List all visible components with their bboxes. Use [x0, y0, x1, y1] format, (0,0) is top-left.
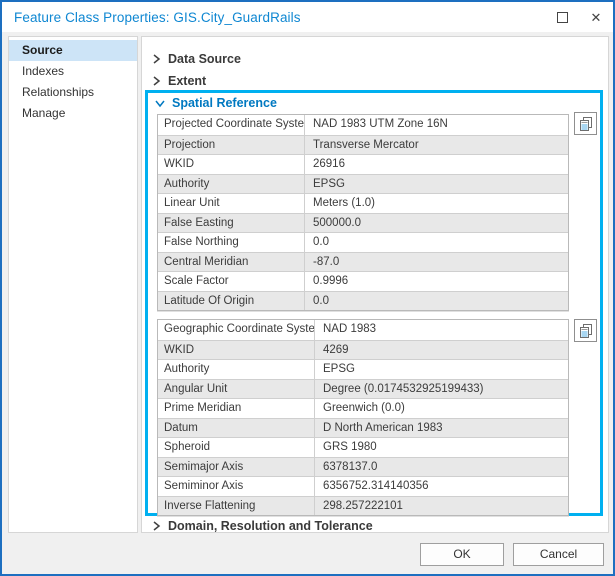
property-label: Latitude Of Origin: [158, 292, 305, 311]
table-row: SpheroidGRS 1980: [158, 437, 568, 457]
property-label: Linear Unit: [158, 194, 305, 213]
property-label: Angular Unit: [158, 380, 315, 399]
property-value: Degree (0.0174532925199433): [315, 380, 568, 399]
property-value: 298.257222101: [315, 497, 568, 516]
table-row: DatumD North American 1983: [158, 418, 568, 438]
close-button[interactable]: ✕: [579, 3, 613, 31]
section-domain-resolution-tolerance[interactable]: Domain, Resolution and Tolerance: [142, 515, 608, 537]
property-label: False Easting: [158, 214, 305, 233]
section-data-source[interactable]: Data Source: [142, 48, 608, 70]
table-row: AuthorityEPSG: [158, 174, 568, 194]
property-value: 0.0: [305, 233, 568, 252]
table-row: WKID26916: [158, 154, 568, 174]
property-value: 0.9996: [305, 272, 568, 291]
sidebar-item-manage[interactable]: Manage: [9, 103, 137, 124]
property-label: Authority: [158, 175, 305, 194]
property-label: Semiminor Axis: [158, 477, 315, 496]
maximize-icon: [557, 12, 568, 23]
chevron-right-icon: [152, 76, 161, 86]
property-label: Projected Coordinate System: [158, 115, 305, 135]
property-value: Transverse Mercator: [305, 136, 568, 155]
property-value: 4269: [315, 341, 568, 360]
property-value: 26916: [305, 155, 568, 174]
property-value: NAD 1983: [315, 320, 568, 340]
table-row: Inverse Flattening298.257222101: [158, 496, 568, 516]
sidebar-item-source[interactable]: Source: [9, 40, 137, 61]
property-value: 6378137.0: [315, 458, 568, 477]
close-icon: ✕: [591, 11, 602, 24]
window-title: Feature Class Properties: GIS.City_Guard…: [14, 10, 301, 25]
table-row: Geographic Coordinate SystemNAD 1983: [158, 320, 568, 340]
property-label: Central Meridian: [158, 253, 305, 272]
table-row: ProjectionTransverse Mercator: [158, 135, 568, 155]
cancel-button[interactable]: Cancel: [513, 543, 604, 566]
table-row: WKID4269: [158, 340, 568, 360]
sidebar-item-relationships[interactable]: Relationships: [9, 82, 137, 103]
table-row: False Northing0.0: [158, 232, 568, 252]
sidebar: Source Indexes Relationships Manage: [8, 36, 138, 533]
section-label: Domain, Resolution and Tolerance: [168, 519, 373, 533]
copy-icon: [577, 322, 595, 340]
chevron-right-icon: [152, 521, 161, 531]
feature-class-properties-dialog: Feature Class Properties: GIS.City_Guard…: [0, 0, 615, 576]
main-panel: Data Source Extent Spatial Reference Pro…: [141, 36, 609, 533]
table-row: False Easting500000.0: [158, 213, 568, 233]
property-value: EPSG: [315, 360, 568, 379]
table-row: AuthorityEPSG: [158, 359, 568, 379]
property-value: D North American 1983: [315, 419, 568, 438]
ok-button[interactable]: OK: [420, 543, 504, 566]
table-row: Angular UnitDegree (0.0174532925199433): [158, 379, 568, 399]
chevron-right-icon: [152, 54, 161, 64]
property-label: WKID: [158, 341, 315, 360]
copy-icon: [577, 115, 595, 133]
property-value: -87.0: [305, 253, 568, 272]
chevron-down-icon: [155, 99, 165, 108]
table-row: Latitude Of Origin0.0: [158, 291, 568, 311]
table-row: Central Meridian-87.0: [158, 252, 568, 272]
property-value: EPSG: [305, 175, 568, 194]
table-row: Linear UnitMeters (1.0): [158, 193, 568, 213]
property-value: GRS 1980: [315, 438, 568, 457]
sidebar-item-indexes[interactable]: Indexes: [9, 61, 137, 82]
property-value: Greenwich (0.0): [315, 399, 568, 418]
geographic-coordinate-table: Geographic Coordinate SystemNAD 1983WKID…: [157, 319, 569, 516]
property-label: Projection: [158, 136, 305, 155]
section-spatial-reference[interactable]: Spatial Reference: [155, 96, 277, 110]
section-extent[interactable]: Extent: [142, 70, 608, 92]
projected-coordinate-table: Projected Coordinate SystemNAD 1983 UTM …: [157, 114, 569, 311]
table-row: Scale Factor0.9996: [158, 271, 568, 291]
property-value: 6356752.314140356: [315, 477, 568, 496]
section-label: Data Source: [168, 52, 241, 66]
maximize-button[interactable]: [545, 3, 579, 31]
copy-projected-button[interactable]: [574, 112, 597, 135]
property-label: Semimajor Axis: [158, 458, 315, 477]
property-value: NAD 1983 UTM Zone 16N: [305, 115, 568, 135]
section-label: Extent: [168, 74, 206, 88]
table-row: Projected Coordinate SystemNAD 1983 UTM …: [158, 115, 568, 135]
property-label: Scale Factor: [158, 272, 305, 291]
table-row: Prime MeridianGreenwich (0.0): [158, 398, 568, 418]
property-label: Geographic Coordinate System: [158, 320, 315, 340]
property-label: WKID: [158, 155, 305, 174]
property-label: Prime Meridian: [158, 399, 315, 418]
property-value: Meters (1.0): [305, 194, 568, 213]
table-row: Semiminor Axis6356752.314140356: [158, 476, 568, 496]
property-label: Spheroid: [158, 438, 315, 457]
copy-geographic-button[interactable]: [574, 319, 597, 342]
spatial-reference-highlight-box: Spatial Reference Projected Coordinate S…: [145, 90, 603, 516]
property-label: Datum: [158, 419, 315, 438]
property-label: Authority: [158, 360, 315, 379]
section-label: Spatial Reference: [172, 96, 277, 110]
title-bar: Feature Class Properties: GIS.City_Guard…: [2, 2, 613, 32]
table-row: Semimajor Axis6378137.0: [158, 457, 568, 477]
property-value: 0.0: [305, 292, 568, 311]
property-label: Inverse Flattening: [158, 497, 315, 516]
property-value: 500000.0: [305, 214, 568, 233]
property-label: False Northing: [158, 233, 305, 252]
